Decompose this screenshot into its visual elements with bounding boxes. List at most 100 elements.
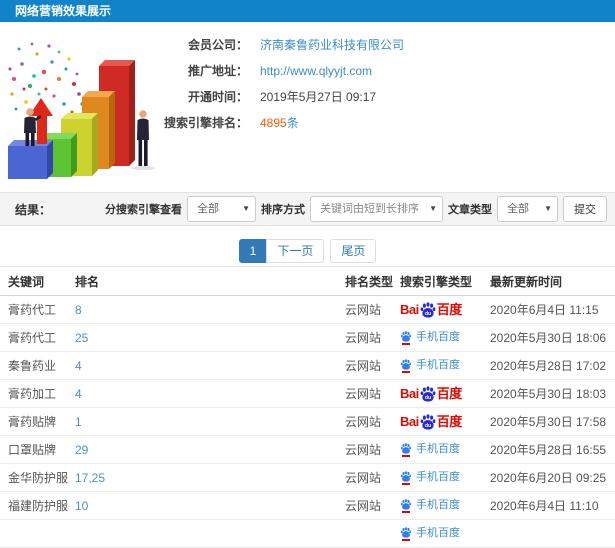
- mobile-baidu-paw-icon: [400, 526, 412, 541]
- updated-cell: 2020年5月30日 17:58: [490, 415, 607, 429]
- rank-link[interactable]: 10: [75, 499, 88, 513]
- col-header-keyword: 关键词: [8, 274, 45, 289]
- marketing-chart-illustration: [8, 42, 155, 179]
- mobile-baidu-underline: [402, 538, 410, 541]
- results-table: 关键词 排名 排名类型 搜索引擎类型 最新更新时间 膏药代工 8 云网站 Bai…: [0, 266, 615, 548]
- table-row: 膏药贴牌 1 云网站 Bai du 百度 2020年5月30日 17:58: [0, 408, 615, 436]
- table-row: 膏药加工 4 云网站 Bai du 百度 2020年5月30日 18:03: [0, 380, 615, 408]
- member-info: 会员公司： 济南秦鲁药业科技有限公司 推广地址： http://www.qlyy…: [160, 36, 610, 140]
- updated-cell: 2020年6月4日 11:15: [490, 303, 599, 317]
- updated-cell: 2020年5月30日 18:03: [490, 387, 607, 401]
- company-label: 会员公司：: [187, 38, 248, 52]
- mobile-baidu-underline: [402, 342, 410, 345]
- engine-cell: Bai du 百度: [400, 413, 490, 430]
- svg-text:du: du: [425, 310, 431, 316]
- rank-link[interactable]: 8: [75, 303, 82, 317]
- keyword-cell: 膏药代工: [8, 331, 57, 345]
- engine-select[interactable]: 全部 ▼: [187, 196, 256, 222]
- table-row: 膏药代工 25 云网站 手机百度 2020年5月30日 18:06: [0, 324, 615, 352]
- rank-link[interactable]: 1: [75, 415, 82, 429]
- mobile-baidu-underline: [402, 510, 410, 513]
- article-type-select[interactable]: 全部 ▼: [497, 196, 558, 222]
- rank-link[interactable]: 4: [75, 359, 82, 373]
- rank-link[interactable]: 4: [75, 387, 82, 401]
- col-header-rank-type: 排名类型: [345, 274, 394, 289]
- mobile-baidu-icon: 手机百度: [400, 498, 460, 513]
- chevron-down-icon: ▼: [544, 204, 552, 213]
- mobile-baidu-underline: [402, 482, 410, 485]
- engine-cell: Bai du 百度: [400, 385, 490, 402]
- engine-cell: 手机百度: [400, 330, 490, 345]
- rank-type-cell: 云网站: [345, 331, 382, 345]
- updated-cell: 2020年5月28日 16:55: [490, 443, 607, 457]
- rank-type-cell: 云网站: [345, 443, 382, 457]
- baidu-logo-text-right: 百度: [436, 414, 463, 429]
- mobile-baidu-icon: 手机百度: [400, 442, 460, 457]
- results-table-body: 膏药代工 8 云网站 Bai du 百度 2020年6月4日 11:15 膏药代…: [0, 296, 615, 548]
- last-page-button[interactable]: 尾页: [330, 239, 377, 263]
- company-link[interactable]: 济南秦鲁药业科技有限公司: [260, 36, 404, 53]
- rank-link[interactable]: 17,25: [75, 471, 105, 485]
- rank-link[interactable]: 25: [75, 331, 88, 345]
- page-1-button[interactable]: 1: [238, 239, 268, 263]
- table-row: 口罩贴牌 29 云网站 手机百度 2020年5月28日 16:55: [0, 436, 615, 464]
- keyword-cell: 膏药代工: [8, 303, 57, 317]
- engine-filter-label: 分搜索引擎查看: [105, 204, 182, 216]
- mobile-baidu-paw-icon: [400, 470, 412, 485]
- submit-button[interactable]: 提交: [563, 196, 607, 222]
- chevron-down-icon: ▼: [429, 204, 437, 213]
- article-type-select-value: 全部: [507, 203, 529, 215]
- mobile-baidu-underline: [402, 454, 410, 457]
- sort-select[interactable]: 关键词由短到长排序 ▼: [310, 196, 443, 222]
- svg-text:du: du: [425, 422, 431, 428]
- keyword-cell: 膏药加工: [8, 387, 57, 401]
- next-page-button[interactable]: 下一页: [266, 239, 325, 263]
- mobile-baidu-label: 手机百度: [416, 499, 460, 511]
- col-header-rank: 排名: [75, 274, 100, 289]
- col-header-engine-type: 搜索引擎类型: [400, 274, 473, 289]
- engine-cell: 手机百度: [400, 470, 490, 485]
- sort-select-value: 关键词由短到长排序: [320, 203, 419, 215]
- baidu-logo-icon: Bai du 百度: [400, 385, 462, 402]
- keyword-cell: 金华防护服: [8, 471, 69, 485]
- table-row: 手机百度: [0, 520, 615, 548]
- engine-rank-unit: 条: [286, 116, 299, 130]
- mobile-baidu-icon: 手机百度: [400, 330, 460, 345]
- keyword-cell: 口罩贴牌: [8, 443, 57, 457]
- table-row: 金华防护服 17,25 云网站 手机百度 2020年6月20日 09:25: [0, 464, 615, 492]
- engine-cell: Bai du 百度: [400, 301, 490, 318]
- updated-cell: 2020年6月4日 11:10: [490, 499, 599, 513]
- mobile-baidu-icon: 手机百度: [400, 358, 460, 373]
- baidu-paw-icon: du: [420, 385, 436, 402]
- baidu-logo-text-left: Bai: [400, 386, 419, 401]
- promo-url-link[interactable]: http://www.qlyyjt.com: [260, 64, 372, 78]
- opened-time-value: 2019年5月27日 09:17: [260, 90, 377, 104]
- rank-type-cell: 云网站: [345, 303, 382, 317]
- rank-link[interactable]: 29: [75, 443, 88, 457]
- keyword-cell: 膏药贴牌: [8, 415, 57, 429]
- mobile-baidu-underline: [402, 370, 410, 373]
- svg-text:du: du: [425, 394, 431, 400]
- title-bar: 网络营销效果展示: [0, 0, 615, 22]
- table-header-row: 关键词 排名 排名类型 搜索引擎类型 最新更新时间: [0, 267, 615, 296]
- baidu-paw-icon: du: [420, 301, 436, 318]
- engine-cell: 手机百度: [400, 442, 490, 457]
- table-row: 秦鲁药业 4 云网站 手机百度 2020年5月28日 17:02: [0, 352, 615, 380]
- keyword-cell: 福建防护服: [8, 499, 69, 513]
- rank-type-cell: 云网站: [345, 499, 382, 513]
- rank-type-cell: 云网站: [345, 471, 382, 485]
- promo-url-label: 推广地址：: [187, 64, 248, 78]
- result-label: 结果：: [15, 202, 52, 217]
- baidu-logo-text-left: Bai: [400, 414, 419, 429]
- mobile-baidu-paw-icon: [400, 442, 412, 457]
- baidu-logo-icon: Bai du 百度: [400, 301, 462, 318]
- updated-cell: 2020年5月30日 18:06: [490, 331, 607, 345]
- table-row: 膏药代工 8 云网站 Bai du 百度 2020年6月4日 11:15: [0, 296, 615, 324]
- mobile-baidu-label: 手机百度: [416, 443, 460, 455]
- pagination: 1 下一页 尾页: [0, 226, 615, 266]
- mobile-baidu-label: 手机百度: [416, 331, 460, 343]
- engine-cell: 手机百度: [400, 526, 490, 541]
- baidu-logo-text-left: Bai: [400, 302, 419, 317]
- engine-cell: 手机百度: [400, 358, 490, 373]
- rank-type-cell: 云网站: [345, 415, 382, 429]
